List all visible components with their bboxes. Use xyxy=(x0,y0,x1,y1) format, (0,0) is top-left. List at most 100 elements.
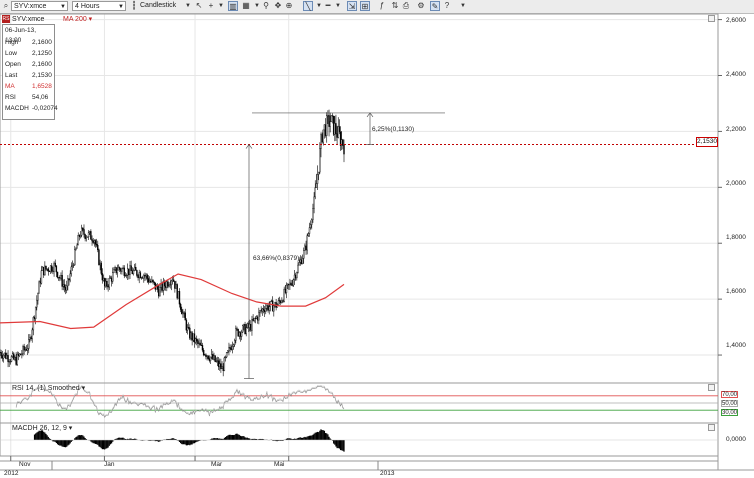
macd-bar xyxy=(315,432,317,440)
macd-bar xyxy=(189,440,191,446)
macd-bar xyxy=(185,440,187,446)
chart-grid xyxy=(0,14,718,456)
macd-bar xyxy=(239,435,242,440)
rsi-title[interactable]: RSI 14, (1) Smoothed ▾ xyxy=(12,384,85,393)
candle-body xyxy=(178,291,181,305)
candle-body xyxy=(267,305,269,311)
macd-pane-close-button[interactable] xyxy=(708,424,715,431)
macd-bar xyxy=(94,440,97,444)
macd-bar xyxy=(117,437,120,440)
candle-body xyxy=(176,284,178,299)
macd-bar xyxy=(297,438,299,440)
macd-bar xyxy=(186,440,189,446)
candle-body xyxy=(216,360,219,362)
macd-bar xyxy=(76,436,78,440)
macd-bar xyxy=(214,438,216,440)
macd-bar xyxy=(227,435,229,440)
info-row-rsi: RSI 54,06 xyxy=(5,94,49,101)
candle-body xyxy=(212,354,214,360)
candle-body xyxy=(141,277,144,279)
macd-bar xyxy=(178,440,181,442)
candle-body xyxy=(294,274,297,279)
candle-body xyxy=(147,278,150,283)
candle-body xyxy=(242,325,244,333)
macd-bar xyxy=(305,437,307,440)
candle-body xyxy=(47,268,50,272)
candle-body xyxy=(284,288,287,293)
candle-body xyxy=(13,353,15,360)
candle-body xyxy=(314,187,316,198)
candle-body xyxy=(7,355,9,362)
pane-resize-handle[interactable] xyxy=(718,419,730,425)
upper-pct-annotation[interactable]: 6,25%(0,1130) xyxy=(372,126,414,133)
lower-pct-annotation[interactable]: 63,66%(0,8379) xyxy=(253,255,299,262)
macd-bar xyxy=(62,440,64,447)
ma-title[interactable]: MA 200 ▾ xyxy=(63,15,92,24)
macd-bar xyxy=(319,430,321,440)
candle-body xyxy=(80,227,83,236)
candle-body xyxy=(329,121,331,127)
macd-bar xyxy=(300,437,303,440)
candle-body xyxy=(332,115,335,135)
macd-bar xyxy=(238,434,240,440)
candle-body xyxy=(140,277,143,279)
macd-bar xyxy=(75,437,77,440)
candle-body xyxy=(200,344,203,346)
candle-body xyxy=(182,312,184,315)
symbol-badge[interactable]: RS xyxy=(2,15,10,23)
candle-body xyxy=(193,333,196,343)
candle-body xyxy=(339,131,342,146)
candle-body xyxy=(2,354,5,359)
macd-bar xyxy=(246,437,248,440)
candle-body xyxy=(78,235,81,237)
candle-body xyxy=(166,281,168,288)
candle-body xyxy=(62,284,64,287)
candle-body xyxy=(331,115,334,117)
candle-body xyxy=(305,245,307,251)
macd-bar xyxy=(306,436,308,440)
candle-body xyxy=(99,262,101,266)
macd-bar xyxy=(68,440,70,445)
candle-body xyxy=(117,267,120,271)
candle-body xyxy=(175,284,177,289)
macd-bar xyxy=(120,437,122,440)
candle-body xyxy=(158,289,160,297)
macd-bar xyxy=(119,437,121,440)
macd-bar xyxy=(223,437,225,440)
pane-resize-handle[interactable] xyxy=(718,379,730,385)
candle-body xyxy=(17,353,20,357)
macd-bar xyxy=(196,440,198,442)
macd-bar xyxy=(232,435,235,440)
candle-body xyxy=(300,259,303,264)
macd-title[interactable]: MACDH 26, 12, 9 ▾ xyxy=(12,424,72,433)
macd-bar xyxy=(339,440,342,451)
candle-body xyxy=(192,333,194,341)
macd-bar xyxy=(121,437,123,440)
macd-bar xyxy=(79,435,82,440)
candle-body xyxy=(79,234,82,237)
macd-bar xyxy=(244,437,246,440)
macd-bar xyxy=(243,436,245,440)
candle-body xyxy=(189,327,191,339)
candle-body xyxy=(202,349,205,355)
candle-body xyxy=(105,281,107,287)
candle-body xyxy=(320,134,322,149)
candle-body xyxy=(37,293,39,301)
macd-bar xyxy=(82,435,84,440)
candle-body xyxy=(312,208,314,220)
candle-body xyxy=(95,244,98,246)
candle-body xyxy=(20,353,22,356)
rsi-pane-close-button[interactable] xyxy=(708,384,715,391)
price-pane-close-button[interactable] xyxy=(708,15,715,22)
macd-bar xyxy=(116,438,118,440)
candle-body xyxy=(281,300,283,303)
candle-body xyxy=(238,332,241,337)
symbol-title[interactable]: SYV:xmce xyxy=(12,15,44,24)
macd-bar xyxy=(108,440,110,446)
candle-body xyxy=(133,266,136,271)
candle-body xyxy=(18,353,21,357)
macd-bar xyxy=(63,440,66,448)
macd-bar xyxy=(55,440,57,443)
candle-body xyxy=(330,115,333,122)
chart-canvas[interactable] xyxy=(0,0,754,478)
